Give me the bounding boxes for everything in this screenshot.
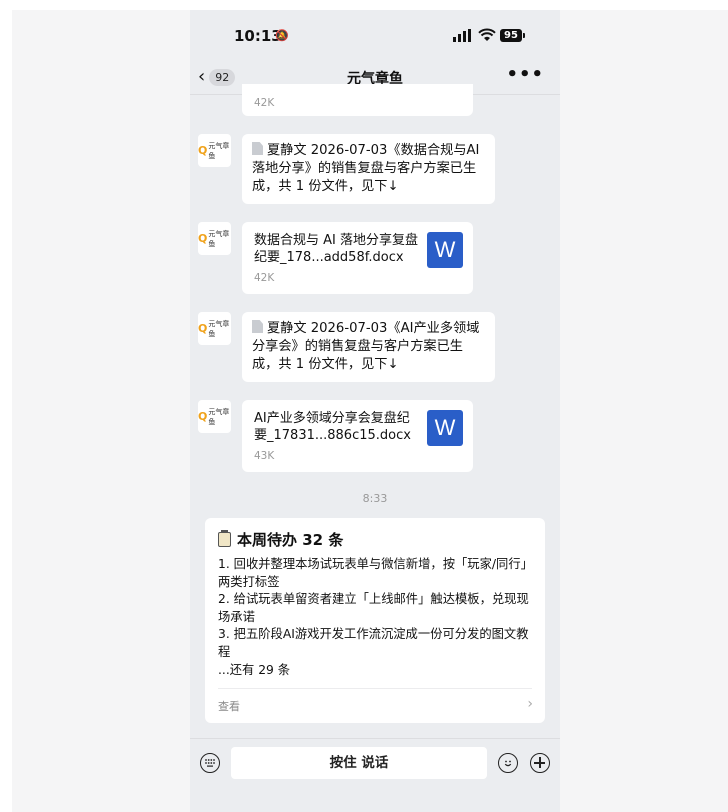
word-document-icon: W bbox=[427, 410, 463, 446]
message-timestamp: 8:33 bbox=[362, 492, 388, 505]
document-icon bbox=[252, 320, 263, 333]
wifi-icon bbox=[478, 28, 496, 41]
view-link[interactable]: 查看 bbox=[218, 698, 240, 714]
avatar[interactable]: Q 元气章鱼 bbox=[198, 312, 231, 345]
todo-item: 1. 回收并整理本场试玩表单与微信新增，按「玩家/同行」两类打标签 bbox=[218, 557, 533, 589]
keyboard-keys bbox=[205, 759, 215, 767]
message-text: 夏静文 2026-07-03《AI产业多领域分享会》的销售复盘与客户方案已生成，… bbox=[252, 321, 480, 372]
text-message[interactable]: 夏静文 2026-07-03《数据合规与AI落地分享》的销售复盘与客户方案已生成… bbox=[242, 134, 495, 204]
avatar[interactable]: Q 元气章鱼 bbox=[198, 400, 231, 433]
file-name: AI产业多领域分享会复盘纪要_17831...886c15.docx bbox=[254, 411, 411, 443]
smile-face bbox=[504, 760, 512, 767]
avatar[interactable]: Q 元气章鱼 bbox=[198, 134, 231, 167]
more-dots-icon[interactable]: ••• bbox=[506, 64, 544, 85]
file-message-partial[interactable]: 42K bbox=[242, 84, 473, 116]
file-size: 43K bbox=[254, 450, 275, 462]
file-name: 数据合规与 AI 落地分享复盘纪要_178...add58f.docx bbox=[254, 233, 418, 265]
clipboard-icon bbox=[218, 530, 231, 547]
message-text: 夏静文 2026-07-03《数据合规与AI落地分享》的销售复盘与客户方案已生成… bbox=[252, 143, 480, 194]
avatar[interactable]: Q 元气章鱼 bbox=[198, 222, 231, 255]
battery-indicator: 95 bbox=[500, 29, 525, 42]
yuanqi-logo-icon: Q 元气章鱼 bbox=[198, 141, 230, 160]
input-bar: 按住 说话 bbox=[190, 738, 560, 812]
word-document-icon: W bbox=[427, 232, 463, 268]
keyboard-icon[interactable] bbox=[200, 753, 220, 773]
phone-screen: 10:13 🔕 95 ‹ 92 元气章鱼 ••• 42K Q 元气章鱼 夏静文 2… bbox=[190, 10, 560, 812]
yuanqi-logo-icon: Q 元气章鱼 bbox=[198, 407, 230, 426]
todo-list: 1. 回收并整理本场试玩表单与微信新增，按「玩家/同行」两类打标签 2. 给试玩… bbox=[218, 556, 536, 679]
todo-title: 本周待办 32 条 bbox=[218, 529, 343, 550]
file-message[interactable]: AI产业多领域分享会复盘纪要_17831...886c15.docx 43K W bbox=[242, 400, 473, 472]
status-bar: 10:13 🔕 95 bbox=[190, 10, 560, 60]
divider bbox=[218, 688, 532, 689]
todo-item: 3. 把五阶段AI游戏开发工作流沉淀成一份可分发的图文教程 bbox=[218, 627, 529, 659]
mute-bell-icon: 🔕 bbox=[275, 29, 289, 42]
todo-item: 2. 给试玩表单留资者建立「上线邮件」触达模板，兑现现场承诺 bbox=[218, 592, 529, 624]
file-message[interactable]: 数据合规与 AI 落地分享复盘纪要_178...add58f.docx 42K … bbox=[242, 222, 473, 294]
yuanqi-logo-icon: Q 元气章鱼 bbox=[198, 229, 230, 248]
chevron-right-icon[interactable]: › bbox=[527, 696, 533, 712]
file-size: 42K bbox=[254, 97, 275, 109]
plus-icon[interactable] bbox=[530, 753, 550, 773]
todo-more: ...还有 29 条 bbox=[218, 662, 291, 677]
cellular-signal-icon bbox=[453, 29, 471, 42]
todo-card[interactable]: 本周待办 32 条 1. 回收并整理本场试玩表单与微信新增，按「玩家/同行」两类… bbox=[205, 518, 545, 723]
emoji-icon[interactable] bbox=[498, 753, 518, 773]
document-icon bbox=[252, 142, 263, 155]
hold-to-talk-button[interactable]: 按住 说话 bbox=[231, 747, 487, 779]
text-message[interactable]: 夏静文 2026-07-03《AI产业多领域分享会》的销售复盘与客户方案已生成，… bbox=[242, 312, 495, 382]
file-size: 42K bbox=[254, 272, 275, 284]
yuanqi-logo-icon: Q 元气章鱼 bbox=[198, 319, 230, 338]
